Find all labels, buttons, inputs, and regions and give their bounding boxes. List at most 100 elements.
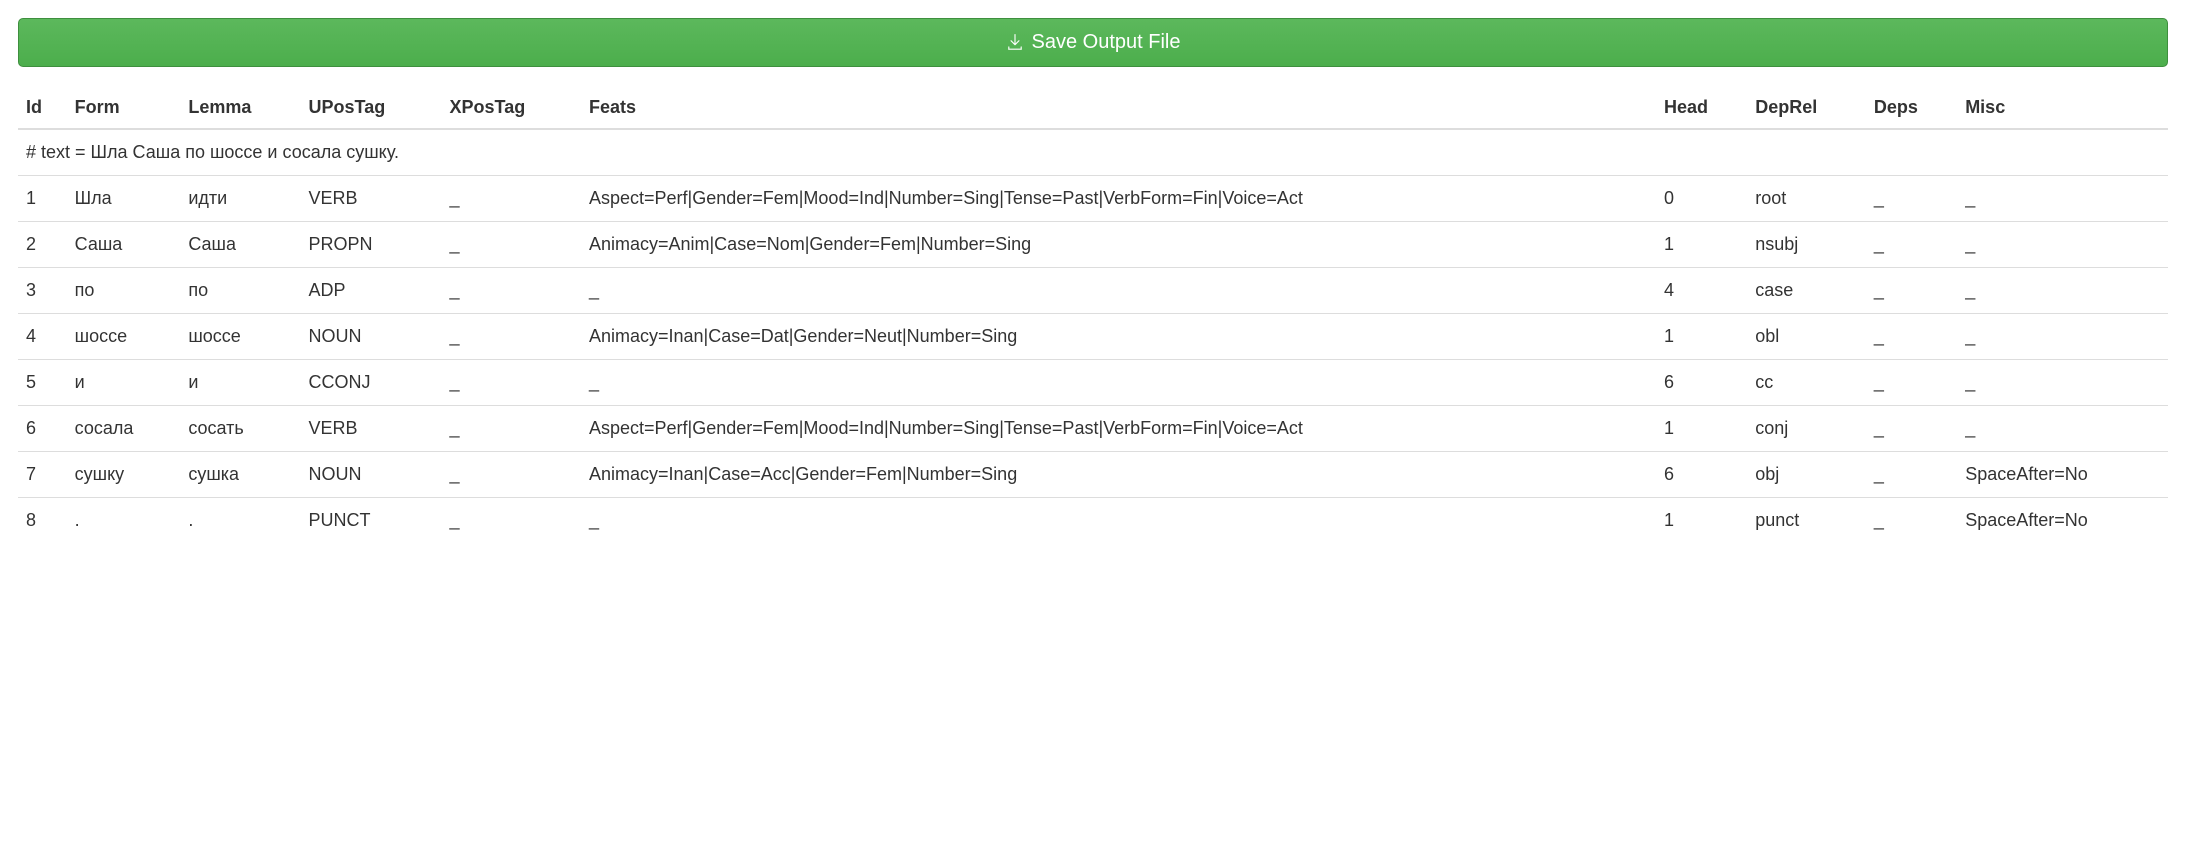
cell-feats: _ bbox=[581, 498, 1656, 544]
cell-id: 4 bbox=[18, 314, 67, 360]
cell-deprel: cc bbox=[1747, 360, 1866, 406]
cell-xpostag: _ bbox=[442, 498, 581, 544]
cell-lemma: сушка bbox=[180, 452, 300, 498]
cell-lemma: Саша bbox=[180, 222, 300, 268]
header-head: Head bbox=[1656, 87, 1747, 129]
cell-deps: _ bbox=[1866, 498, 1957, 544]
cell-form: Саша bbox=[67, 222, 181, 268]
cell-head: 6 bbox=[1656, 360, 1747, 406]
cell-deps: _ bbox=[1866, 222, 1957, 268]
cell-form: Шла bbox=[67, 176, 181, 222]
cell-deprel: obj bbox=[1747, 452, 1866, 498]
cell-form: сушку bbox=[67, 452, 181, 498]
table-row: 8..PUNCT__1punct_SpaceAfter=No bbox=[18, 498, 2168, 544]
cell-misc: _ bbox=[1957, 360, 2168, 406]
sentence-text-row: # text = Шла Саша по шоссе и сосала сушк… bbox=[18, 129, 2168, 176]
cell-form: . bbox=[67, 498, 181, 544]
cell-xpostag: _ bbox=[442, 452, 581, 498]
cell-deps: _ bbox=[1866, 360, 1957, 406]
cell-deps: _ bbox=[1866, 314, 1957, 360]
cell-upostag: VERB bbox=[301, 406, 442, 452]
cell-misc: _ bbox=[1957, 222, 2168, 268]
cell-xpostag: _ bbox=[442, 406, 581, 452]
cell-upostag: PROPN bbox=[301, 222, 442, 268]
cell-xpostag: _ bbox=[442, 360, 581, 406]
cell-lemma: идти bbox=[180, 176, 300, 222]
cell-form: сосала bbox=[67, 406, 181, 452]
cell-upostag: NOUN bbox=[301, 452, 442, 498]
cell-feats: _ bbox=[581, 268, 1656, 314]
cell-upostag: CCONJ bbox=[301, 360, 442, 406]
cell-xpostag: _ bbox=[442, 314, 581, 360]
cell-head: 0 bbox=[1656, 176, 1747, 222]
cell-id: 3 bbox=[18, 268, 67, 314]
cell-lemma: . bbox=[180, 498, 300, 544]
table-row: 3попоADP__4case__ bbox=[18, 268, 2168, 314]
cell-deprel: obl bbox=[1747, 314, 1866, 360]
cell-id: 2 bbox=[18, 222, 67, 268]
cell-id: 5 bbox=[18, 360, 67, 406]
header-form: Form bbox=[67, 87, 181, 129]
cell-misc: _ bbox=[1957, 176, 2168, 222]
cell-feats: Animacy=Inan|Case=Dat|Gender=Neut|Number… bbox=[581, 314, 1656, 360]
cell-head: 4 bbox=[1656, 268, 1747, 314]
save-output-button[interactable]: Save Output File bbox=[18, 18, 2168, 67]
cell-head: 1 bbox=[1656, 406, 1747, 452]
cell-misc: _ bbox=[1957, 268, 2168, 314]
cell-xpostag: _ bbox=[442, 176, 581, 222]
cell-id: 8 bbox=[18, 498, 67, 544]
cell-form: шоссе bbox=[67, 314, 181, 360]
cell-upostag: VERB bbox=[301, 176, 442, 222]
header-deps: Deps bbox=[1866, 87, 1957, 129]
cell-form: и bbox=[67, 360, 181, 406]
cell-xpostag: _ bbox=[442, 268, 581, 314]
table-row: 7сушкусушкаNOUN_Animacy=Inan|Case=Acc|Ge… bbox=[18, 452, 2168, 498]
cell-feats: Animacy=Anim|Case=Nom|Gender=Fem|Number=… bbox=[581, 222, 1656, 268]
cell-head: 1 bbox=[1656, 498, 1747, 544]
cell-deps: _ bbox=[1866, 406, 1957, 452]
cell-deprel: root bbox=[1747, 176, 1866, 222]
cell-lemma: по bbox=[180, 268, 300, 314]
cell-misc: _ bbox=[1957, 406, 2168, 452]
header-upostag: UPosTag bbox=[301, 87, 442, 129]
sentence-text: # text = Шла Саша по шоссе и сосала сушк… bbox=[18, 129, 2168, 176]
header-deprel: DepRel bbox=[1747, 87, 1866, 129]
download-icon bbox=[1006, 34, 1024, 52]
cell-xpostag: _ bbox=[442, 222, 581, 268]
cell-form: по bbox=[67, 268, 181, 314]
cell-feats: _ bbox=[581, 360, 1656, 406]
cell-upostag: PUNCT bbox=[301, 498, 442, 544]
cell-id: 1 bbox=[18, 176, 67, 222]
cell-head: 1 bbox=[1656, 222, 1747, 268]
cell-misc: SpaceAfter=No bbox=[1957, 498, 2168, 544]
table-row: 2СашаСашаPROPN_Animacy=Anim|Case=Nom|Gen… bbox=[18, 222, 2168, 268]
cell-deprel: case bbox=[1747, 268, 1866, 314]
cell-head: 6 bbox=[1656, 452, 1747, 498]
table-row: 4шоссешоссеNOUN_Animacy=Inan|Case=Dat|Ge… bbox=[18, 314, 2168, 360]
cell-deprel: nsubj bbox=[1747, 222, 1866, 268]
cell-deps: _ bbox=[1866, 176, 1957, 222]
cell-id: 6 bbox=[18, 406, 67, 452]
cell-upostag: NOUN bbox=[301, 314, 442, 360]
table-row: 1ШлаидтиVERB_Aspect=Perf|Gender=Fem|Mood… bbox=[18, 176, 2168, 222]
cell-lemma: шоссе bbox=[180, 314, 300, 360]
cell-deprel: punct bbox=[1747, 498, 1866, 544]
cell-lemma: сосать bbox=[180, 406, 300, 452]
cell-deprel: conj bbox=[1747, 406, 1866, 452]
header-id: Id bbox=[18, 87, 67, 129]
cell-head: 1 bbox=[1656, 314, 1747, 360]
header-lemma: Lemma bbox=[180, 87, 300, 129]
cell-upostag: ADP bbox=[301, 268, 442, 314]
cell-id: 7 bbox=[18, 452, 67, 498]
cell-misc: _ bbox=[1957, 314, 2168, 360]
cell-misc: SpaceAfter=No bbox=[1957, 452, 2168, 498]
cell-deps: _ bbox=[1866, 268, 1957, 314]
cell-feats: Aspect=Perf|Gender=Fem|Mood=Ind|Number=S… bbox=[581, 406, 1656, 452]
cell-deps: _ bbox=[1866, 452, 1957, 498]
table-header-row: Id Form Lemma UPosTag XPosTag Feats Head… bbox=[18, 87, 2168, 129]
save-output-label: Save Output File bbox=[1032, 31, 1181, 54]
header-misc: Misc bbox=[1957, 87, 2168, 129]
cell-lemma: и bbox=[180, 360, 300, 406]
table-row: 5ииCCONJ__6cc__ bbox=[18, 360, 2168, 406]
table-row: 6сосаласосатьVERB_Aspect=Perf|Gender=Fem… bbox=[18, 406, 2168, 452]
